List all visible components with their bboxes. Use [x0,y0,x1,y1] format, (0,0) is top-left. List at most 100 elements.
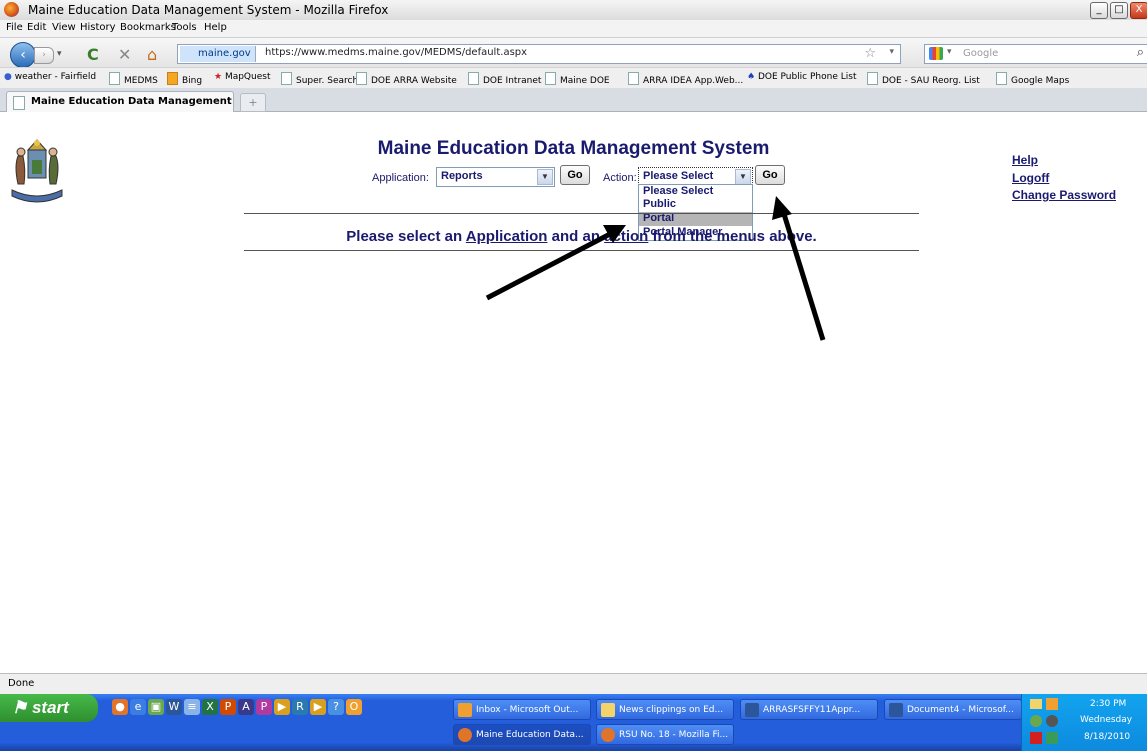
forward-button[interactable]: › [34,47,54,64]
page-icon [109,72,120,85]
window-title-bar: Maine Education Data Management System -… [0,0,1147,21]
menu-bookmarks[interactable]: Bookmarks [120,22,176,33]
annotation-arrows [485,196,826,341]
access-quicklaunch-icon[interactable]: A [238,699,254,715]
new-tab-button[interactable]: + [240,93,266,112]
bookmark-mapquest[interactable]: ★ MapQuest [214,72,270,82]
search-placeholder[interactable]: Google [963,48,998,59]
bookmark-maine-doe[interactable]: Maine DOE [545,72,610,86]
menu-tools[interactable]: Tools [172,22,197,33]
mcafee-tray-icon[interactable] [1030,732,1042,744]
navigation-toolbar: ‹ › ▾ C ✕ ⌂ maine.gov https://www.medms.… [0,37,1147,68]
word-icon [745,703,759,717]
search-box[interactable]: ▾ Google ⌕ [924,44,1147,64]
firefox-quicklaunch-icon[interactable]: ● [112,699,128,715]
pin-icon: ♠ [747,72,758,82]
help-quicklaunch-icon[interactable]: ? [328,699,344,715]
app-quicklaunch-icon[interactable]: ▶ [274,699,290,715]
forward-arrow-icon: › [42,50,46,60]
back-arrow-icon: ‹ [20,47,26,63]
bookmark-arra-idea[interactable]: ARRA IDEA App.Web... [628,72,743,86]
firefox-icon [601,728,615,742]
reload-icon[interactable]: C [87,45,99,64]
menu-view[interactable]: View [52,22,76,33]
tab-strip: Maine Education Data Management ... + [0,88,1147,118]
bookmark-doe-intranet[interactable]: DOE Intranet [468,72,541,86]
clock-time[interactable]: 2:30 PM [1090,699,1126,709]
task-arrasfsffy[interactable]: ARRASFSFFY11Appr... [740,699,878,720]
menu-help[interactable]: Help [204,22,227,33]
bookmark-google-maps[interactable]: Google Maps [996,72,1069,86]
back-button[interactable]: ‹ [10,42,36,68]
word-quicklaunch-icon[interactable]: W [166,699,182,715]
menu-history[interactable]: History [80,22,116,33]
windows-flag-icon: ⚑ [12,698,32,717]
site-identity[interactable]: maine.gov [180,46,256,62]
maximize-button[interactable]: □ [1110,2,1128,19]
app3-quicklaunch-icon[interactable]: ▶ [310,699,326,715]
security-tray-icon[interactable] [1046,715,1058,727]
stop-icon[interactable]: ✕ [118,45,131,64]
tab-medms[interactable]: Maine Education Data Management ... [6,91,234,118]
outlook-quicklaunch-icon[interactable]: O [346,699,362,715]
outlook-tray-icon[interactable] [1046,698,1058,710]
windows-taskbar: ⚑ start ● e ▣ W ≡ X P A P ▶ R ▶ ? O Inbo… [0,694,1147,751]
status-bar: Done [0,673,1147,694]
bookmark-medms[interactable]: MEDMS [109,72,158,86]
ie-quicklaunch-icon[interactable]: e [130,699,146,715]
url-text[interactable]: https://www.medms.maine.gov/MEDMS/defaul… [265,47,527,58]
mail-tray-icon[interactable] [1030,699,1042,709]
bookmarks-toolbar: ● weather - Fairfield MEDMS Bing ★ MapQu… [0,67,1147,89]
clock-day: Wednesday [1080,715,1133,725]
firefox-icon [4,2,19,17]
url-dropdown-icon[interactable]: ▾ [889,47,894,57]
arrow-to-portal-option [485,225,626,301]
firefox-icon [458,728,472,742]
home-icon[interactable]: ⌂ [147,45,157,64]
window-title: Maine Education Data Management System -… [28,3,389,17]
menu-edit[interactable]: Edit [27,22,46,33]
search-icon[interactable]: ⌕ [1137,45,1144,60]
start-button[interactable]: ⚑ start [0,694,98,722]
url-bar[interactable]: maine.gov https://www.medms.maine.gov/ME… [177,44,901,64]
bing-icon [167,72,178,85]
task-inbox[interactable]: Inbox - Microsoft Out... [453,699,591,720]
publisher-quicklaunch-icon[interactable]: P [256,699,272,715]
powerpoint-quicklaunch-icon[interactable]: P [220,699,236,715]
page-icon [628,72,639,85]
excel-quicklaunch-icon[interactable]: X [202,699,218,715]
close-button[interactable]: X [1130,2,1147,19]
desktop-quicklaunch-icon[interactable]: ▣ [148,699,164,715]
status-text: Done [8,678,35,689]
bookmark-doe-sau[interactable]: DOE - SAU Reorg. List [867,72,980,86]
task-maine-education[interactable]: Maine Education Data... [453,724,591,745]
page-icon [996,72,1007,85]
bookmark-doe-arra[interactable]: DOE ARRA Website [356,72,457,86]
task-document4[interactable]: Document4 - Microsof... [884,699,1022,720]
mapquest-icon: ★ [214,72,225,82]
google-engine-icon[interactable] [929,47,943,60]
bookmark-weather[interactable]: ● weather - Fairfield [4,72,96,82]
bookmark-super-search[interactable]: Super. Search [281,72,358,86]
menu-bar: File Edit View History Bookmarks Tools H… [0,20,1147,37]
page-icon [867,72,878,85]
engine-dropdown-icon[interactable]: ▾ [947,47,952,57]
minimize-button[interactable]: _ [1090,2,1108,19]
bookmark-bing[interactable]: Bing [167,72,202,86]
network-tray-icon[interactable] [1030,715,1042,727]
arrow-to-action-go-button [772,196,826,341]
page-icon [281,72,292,85]
app2-quicklaunch-icon[interactable]: R [292,699,308,715]
bookmark-doe-phone-list[interactable]: ♠ DOE Public Phone List [747,72,856,82]
page-content: Maine Education Data Management System A… [0,112,1147,672]
task-news-clippings[interactable]: News clippings on Ed... [596,699,734,720]
envelope-icon [601,703,615,717]
app-tray-icon[interactable] [1046,732,1058,744]
task-rsu-18[interactable]: RSU No. 18 - Mozilla Fi... [596,724,734,745]
history-dropdown-icon[interactable]: ▾ [57,49,62,59]
menu-file[interactable]: File [6,22,23,33]
system-tray: 2:30 PM Wednesday 8/18/2010 [1021,694,1147,751]
bookmark-star-icon[interactable]: ☆ [864,46,876,61]
notepad-quicklaunch-icon[interactable]: ≡ [184,699,200,715]
outlook-icon [458,703,472,717]
